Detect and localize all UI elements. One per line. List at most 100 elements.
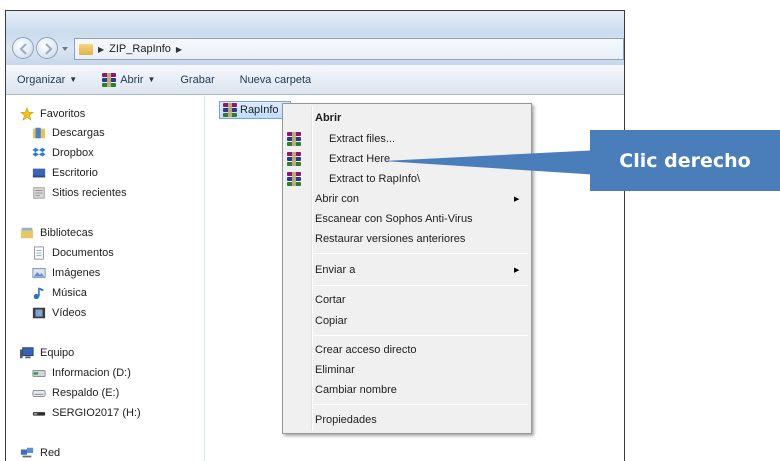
menu-item-extract-files[interactable]: Extract files... (287, 129, 396, 149)
winrar-icon (287, 152, 301, 166)
menu-item-extract-here[interactable]: Extract Here (287, 149, 391, 169)
command-bar: Organizar ▼ Abrir ▼ Grabar Nueva carpeta (6, 65, 624, 95)
organize-label: Organizar (17, 73, 66, 86)
nav-music[interactable]: Música (31, 284, 87, 302)
organize-button[interactable]: Organizar ▼ (17, 74, 77, 86)
drive-icon (32, 389, 46, 397)
nav-libraries-label: Bibliotecas (40, 227, 94, 239)
nav-drive-e[interactable]: Respaldo (E:) (31, 384, 119, 402)
burn-label: Grabar (180, 73, 215, 86)
nav-computer[interactable]: Equipo (19, 344, 74, 362)
navigation-pane: Favoritos Descargas Dropbox Escritorio S… (6, 96, 205, 461)
nav-dropbox[interactable]: Dropbox (31, 144, 94, 162)
menu-item-properties[interactable]: Propiedades (315, 410, 377, 430)
nav-videos-label: Vídeos (52, 307, 87, 319)
arrow-right-icon (45, 43, 53, 55)
nav-pictures-label: Imágenes (52, 267, 101, 279)
arrow-left-icon (19, 43, 27, 55)
nav-downloads-label: Descargas (52, 127, 105, 139)
menu-item-restore[interactable]: Restaurar versiones anteriores (315, 229, 465, 249)
nav-documents-label: Documentos (52, 247, 114, 259)
nav-dropbox-label: Dropbox (52, 147, 94, 159)
open-label: Abrir (120, 73, 144, 86)
desktop-icon (32, 168, 46, 178)
menu-item-copy[interactable]: Copiar (315, 311, 347, 331)
recent-pages-dropdown-icon[interactable] (61, 45, 69, 53)
callout-label: Clic derecho (590, 130, 780, 191)
burn-button[interactable]: Grabar (180, 74, 214, 86)
nav-videos[interactable]: Vídeos (31, 304, 86, 322)
menu-item-extract-to-label: Extract to RapInfo\ (329, 173, 421, 185)
videos-icon (32, 307, 46, 319)
menu-item-extract-here-label: Extract Here (329, 153, 391, 165)
menu-separator (313, 335, 528, 336)
music-note-icon (33, 287, 44, 300)
open-button[interactable]: Abrir ▼ (102, 72, 156, 87)
menu-separator (313, 285, 528, 286)
pictures-icon (32, 268, 46, 278)
menu-item-cut[interactable]: Cortar (315, 290, 346, 310)
menu-item-create-shortcut[interactable]: Crear acceso directo (315, 340, 417, 360)
star-icon (20, 107, 34, 121)
winrar-icon (287, 172, 301, 186)
computer-icon (20, 347, 34, 359)
menu-item-open[interactable]: Abrir (315, 108, 341, 128)
winrar-icon (287, 132, 301, 146)
nav-music-label: Música (52, 287, 87, 299)
dropbox-icon (32, 147, 46, 157)
nav-favorites-label: Favoritos (40, 108, 86, 120)
nav-desktop-label: Escritorio (52, 167, 98, 179)
nav-drive-d[interactable]: Informacion (D:) (31, 364, 131, 382)
libraries-icon (20, 227, 34, 239)
nav-drive-d-label: Informacion (D:) (52, 367, 131, 379)
nav-desktop[interactable]: Escritorio (31, 164, 98, 182)
nav-drive-h-label: SERGIO2017 (H:) (52, 407, 141, 419)
nav-network-label: Red (40, 447, 61, 459)
nav-network[interactable]: Red (19, 444, 60, 461)
nav-drive-e-label: Respaldo (E:) (52, 387, 120, 399)
downloads-folder-icon (32, 127, 46, 139)
breadcrumb-chevron-icon[interactable]: ▶ (176, 45, 182, 54)
submenu-arrow-icon: ▶ (514, 267, 520, 274)
nav-favorites[interactable]: Favoritos (19, 105, 85, 123)
drive-icon (32, 369, 46, 377)
menu-item-rename[interactable]: Cambiar nombre (315, 380, 397, 400)
context-menu: Abrir Extract files... Extract Here Extr… (282, 103, 532, 434)
nav-drive-h[interactable]: SERGIO2017 (H:) (31, 404, 141, 422)
submenu-arrow-icon: ▶ (514, 196, 520, 203)
chevron-down-icon: ▼ (69, 75, 78, 84)
nav-pictures[interactable]: Imágenes (31, 264, 100, 282)
file-item-selected[interactable]: RapInfo (219, 101, 291, 119)
address-toolbar: ▶ ZIP_RapInfo ▶ (6, 11, 624, 65)
file-name: RapInfo (240, 104, 279, 116)
menu-item-open-with[interactable]: Abrir con (315, 189, 359, 209)
nav-downloads[interactable]: Descargas (31, 124, 105, 142)
menu-separator (313, 253, 528, 254)
rar-archive-icon (223, 103, 237, 117)
breadcrumb-chevron-icon[interactable]: ▶ (98, 45, 104, 54)
menu-item-send-to[interactable]: Enviar a (315, 260, 355, 280)
new-folder-label: Nueva carpeta (239, 73, 312, 86)
nav-recent[interactable]: Sitios recientes (31, 184, 127, 202)
chevron-down-icon: ▼ (147, 75, 156, 84)
nav-documents[interactable]: Documentos (31, 244, 114, 262)
usb-drive-icon (32, 412, 46, 416)
folder-icon (79, 43, 93, 55)
menu-item-scan[interactable]: Escanear con Sophos Anti-Virus (315, 209, 473, 229)
documents-icon (34, 246, 44, 260)
address-bar[interactable]: ▶ ZIP_RapInfo ▶ (74, 38, 624, 60)
nav-libraries[interactable]: Bibliotecas (19, 224, 93, 242)
menu-item-delete[interactable]: Eliminar (315, 360, 355, 380)
network-icon (20, 447, 34, 458)
nav-computer-label: Equipo (40, 347, 75, 359)
menu-item-extract-files-label: Extract files... (329, 133, 396, 145)
new-folder-button[interactable]: Nueva carpeta (240, 74, 312, 86)
recent-places-icon (33, 187, 45, 199)
nav-recent-label: Sitios recientes (52, 187, 127, 199)
winrar-icon (102, 72, 117, 87)
breadcrumb-item[interactable]: ZIP_RapInfo (109, 43, 171, 55)
back-button[interactable] (12, 37, 34, 59)
menu-item-extract-to[interactable]: Extract to RapInfo\ (287, 169, 421, 189)
menu-separator (313, 404, 528, 405)
forward-button[interactable] (36, 37, 58, 59)
